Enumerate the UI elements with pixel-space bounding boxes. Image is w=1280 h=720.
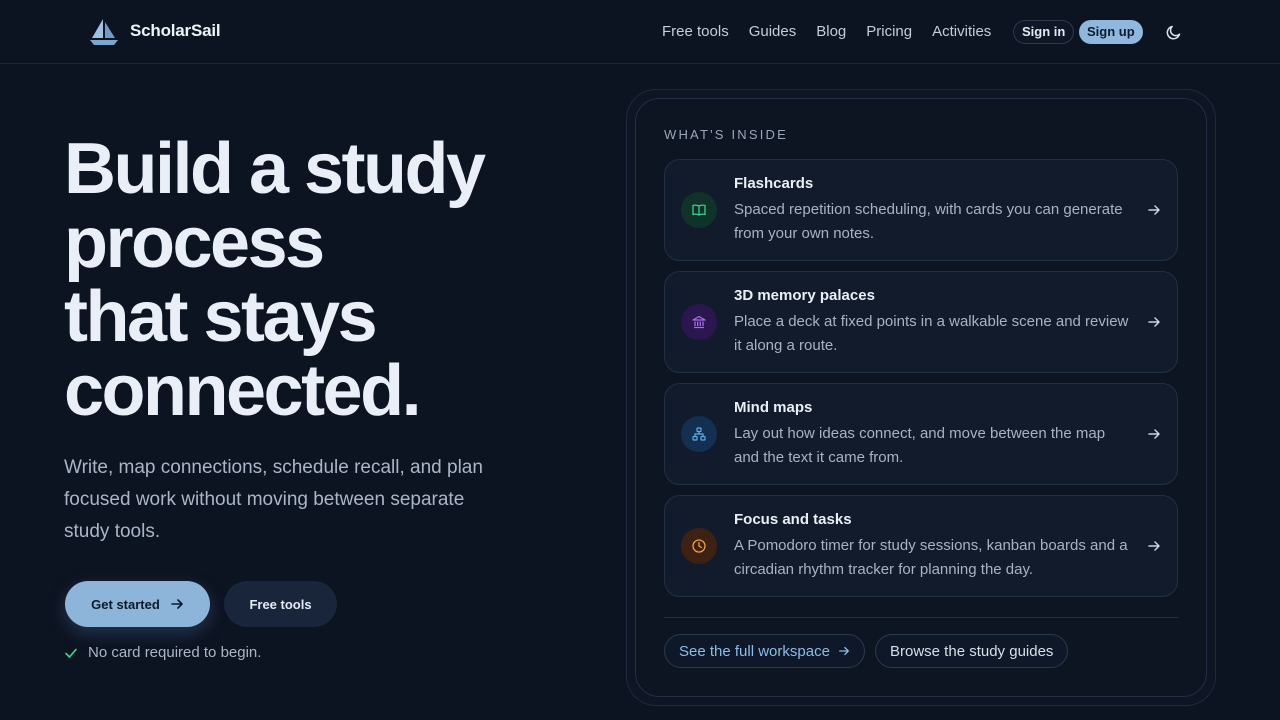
card-title: Focus and tasks: [734, 511, 852, 528]
feature-card-mind-maps[interactable]: Mind maps Lay out how ideas connect, and…: [664, 383, 1178, 485]
hero-title-line: process: [64, 203, 325, 283]
feature-card-memory-palaces[interactable]: 3D memory palaces Place a deck at fixed …: [664, 271, 1178, 373]
arrow-right-icon: [1148, 541, 1160, 551]
check-icon: [65, 648, 77, 658]
sailboat-logo-icon: [90, 19, 118, 45]
arrow-right-icon: [171, 599, 183, 609]
nav-link-activities[interactable]: Activities: [922, 20, 1001, 43]
browse-guides-link[interactable]: Browse the study guides: [875, 634, 1069, 668]
no-card-text: No card required to begin.: [88, 644, 262, 661]
get-started-label: Get started: [91, 596, 160, 612]
brand-name: ScholarSail: [130, 21, 221, 40]
card-title: Flashcards: [734, 175, 814, 192]
moon-icon[interactable]: [1165, 23, 1183, 41]
card-description: Spaced repetition scheduling, with cards…: [734, 201, 1123, 242]
nav-link-free-tools[interactable]: Free tools: [652, 20, 739, 43]
card-description: A Pomodoro timer for study sessions, kan…: [734, 537, 1128, 578]
card-title: 3D memory palaces: [734, 287, 875, 304]
book-icon: [681, 192, 717, 228]
network-icon: [681, 416, 717, 452]
top-nav: ScholarSail Free tools Guides Blog Prici…: [0, 0, 1280, 64]
card-description: Place a deck at fixed points in a walkab…: [734, 313, 1129, 354]
arrow-right-icon: [1148, 317, 1160, 327]
sign-in-button[interactable]: Sign in: [1013, 20, 1075, 44]
hero-title-line: connected.: [64, 351, 422, 431]
card-description: Lay out how ideas connect, and move betw…: [734, 425, 1106, 466]
sign-up-button[interactable]: Sign up: [1079, 20, 1143, 44]
nav-link-guides[interactable]: Guides: [739, 20, 807, 43]
nav-link-pricing[interactable]: Pricing: [856, 20, 922, 43]
arrow-right-icon: [838, 646, 849, 656]
building-icon: [681, 304, 717, 340]
arrow-right-icon: [1148, 205, 1160, 215]
see-workspace-label: See the full workspace: [679, 642, 830, 660]
get-started-button[interactable]: Get started: [65, 581, 210, 627]
brand[interactable]: ScholarSail: [88, 16, 221, 46]
hero-title: Build a study process that stays connect…: [64, 132, 584, 428]
hero-subtitle: Write, map connections, schedule recall,…: [64, 457, 483, 542]
feature-card-flashcards[interactable]: Flashcards Spaced repetition scheduling,…: [664, 159, 1178, 261]
no-card-note: No card required to begin.: [64, 644, 261, 661]
card-title: Mind maps: [734, 399, 813, 416]
arrow-right-icon: [1148, 429, 1160, 439]
free-tools-button[interactable]: Free tools: [224, 581, 337, 627]
hero-title-line: Build a study: [64, 129, 486, 209]
panel-label: WHAT'S INSIDE: [664, 127, 789, 142]
clock-icon: [681, 528, 717, 564]
hero-title-line: that stays: [64, 277, 378, 357]
nav-link-blog[interactable]: Blog: [806, 20, 856, 43]
panel-divider: [664, 617, 1178, 618]
feature-card-focus-tasks[interactable]: Focus and tasks A Pomodoro timer for stu…: [664, 495, 1178, 597]
see-workspace-link[interactable]: See the full workspace: [664, 634, 865, 668]
nav-links: Free tools Guides Blog Pricing Activitie…: [652, 20, 1001, 43]
